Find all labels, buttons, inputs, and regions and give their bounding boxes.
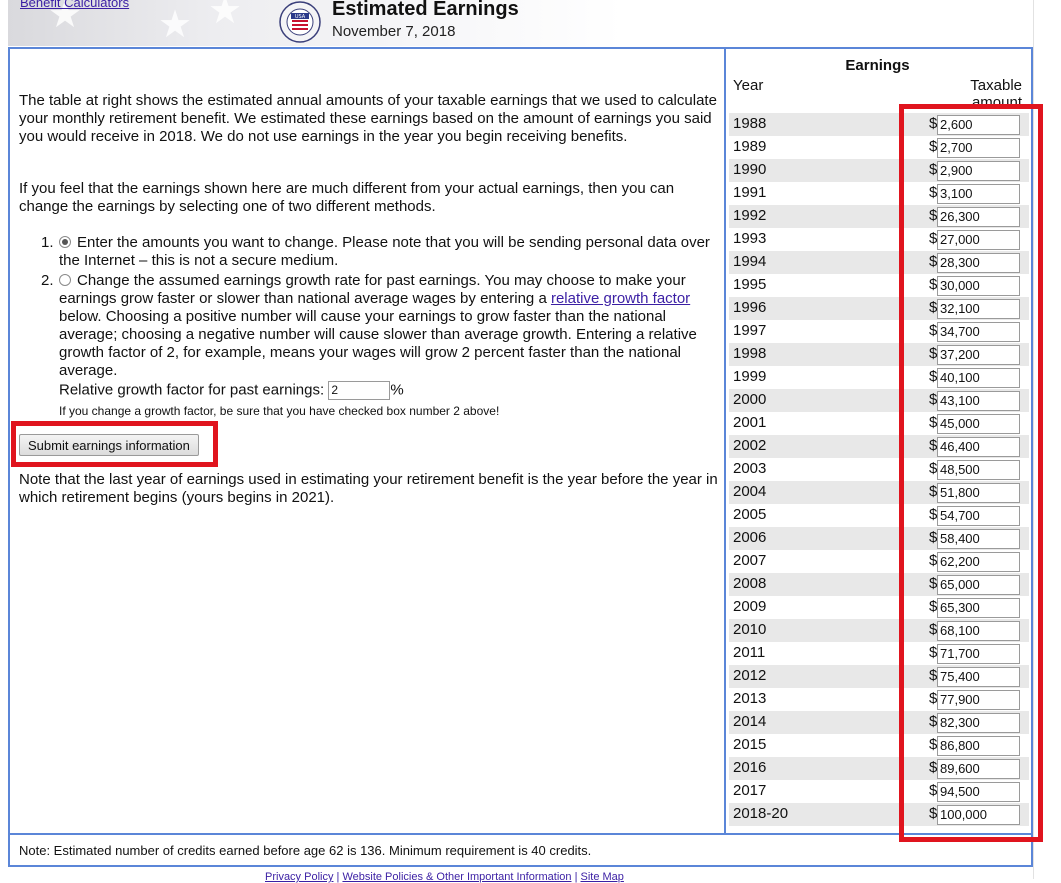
year-cell: 2008 [733, 575, 767, 592]
star-decoration: ★ [208, 0, 243, 32]
year-cell: 2011 [733, 644, 766, 661]
ssa-seal-icon: USA [279, 1, 321, 43]
year-cell: 2015 [733, 736, 767, 753]
year-cell: 1995 [733, 276, 767, 293]
year-cell: 2018-20 [733, 805, 789, 822]
year-cell: 2004 [733, 483, 767, 500]
option-1: Enter the amounts you want to change. Pl… [59, 234, 719, 270]
earnings-title: Earnings [845, 57, 910, 74]
year-cell: 1989 [733, 138, 767, 155]
year-cell: 1993 [733, 230, 767, 247]
website-policies-link[interactable]: Website Policies & Other Important Infor… [342, 871, 571, 883]
year-cell: 2010 [733, 621, 767, 638]
year-cell: 2013 [733, 690, 767, 707]
year-cell: 1992 [733, 207, 767, 224]
site-map-link[interactable]: Site Map [581, 871, 624, 883]
change-methods-paragraph: If you feel that the earnings shown here… [19, 180, 675, 215]
option-1-text: Enter the amounts you want to change. Pl… [59, 234, 710, 269]
year-cell: 2006 [733, 529, 767, 546]
growth-factor-label: Relative growth factor for past earnings… [59, 381, 325, 399]
intro-paragraph: The table at right shows the estimated a… [19, 92, 717, 145]
option-1-number: 1. [41, 234, 54, 251]
growth-factor-row: Relative growth factor for past earnings… [59, 381, 404, 400]
page-title: Estimated Earnings [332, 0, 519, 20]
header-banner: ★ ★ ★ Benefit Calculators USA Estimated … [8, 0, 1033, 46]
year-cell: 1997 [733, 322, 767, 339]
year-cell: 2014 [733, 713, 767, 730]
growth-factor-input[interactable]: 2 [328, 381, 391, 400]
year-cell: 1999 [733, 368, 767, 385]
option-2-text-b: below. Choosing a positive number will c… [59, 308, 697, 379]
relative-growth-factor-link[interactable]: relative growth factor [551, 290, 690, 307]
last-year-note: Note that the last year of earnings used… [19, 471, 718, 506]
year-cell: 2007 [733, 552, 767, 569]
option-2-number: 2. [41, 272, 54, 289]
year-cell: 1990 [733, 161, 767, 178]
benefit-calculators-link[interactable]: Benefit Calculators [20, 0, 129, 10]
year-cell: 1988 [733, 115, 767, 132]
growth-factor-unit: % [390, 381, 404, 399]
year-cell: 2003 [733, 460, 767, 477]
option-1-radio[interactable] [59, 236, 71, 248]
year-cell: 1991 [733, 184, 767, 201]
year-cell: 1994 [733, 253, 767, 270]
year-column-header: Year [733, 77, 764, 94]
credits-note: Note: Estimated number of credits earned… [19, 843, 592, 858]
year-cell: 2009 [733, 598, 767, 615]
annotation-highlight-submit [11, 421, 218, 467]
year-cell: 2001 [733, 414, 767, 431]
option-2-radio[interactable] [59, 274, 71, 286]
svg-text:USA: USA [295, 14, 306, 20]
year-cell: 2016 [733, 759, 767, 776]
footer-separator: | [336, 871, 340, 883]
footer-separator: | [574, 871, 578, 883]
year-cell: 2012 [733, 667, 767, 684]
growth-factor-warning: If you change a growth factor, be sure t… [59, 404, 500, 418]
annotation-highlight-amounts [899, 104, 1043, 842]
star-decoration: ★ [158, 4, 193, 46]
year-cell: 2017 [733, 782, 767, 799]
footer-links: Privacy Policy | Website Policies & Othe… [265, 871, 624, 883]
year-cell: 2000 [733, 391, 767, 408]
page-date: November 7, 2018 [332, 23, 456, 40]
year-cell: 1996 [733, 299, 767, 316]
year-cell: 2002 [733, 437, 767, 454]
option-2: Change the assumed earnings growth rate … [59, 272, 719, 380]
year-cell: 2005 [733, 506, 767, 523]
privacy-policy-link[interactable]: Privacy Policy [265, 871, 333, 883]
year-cell: 1998 [733, 345, 767, 362]
